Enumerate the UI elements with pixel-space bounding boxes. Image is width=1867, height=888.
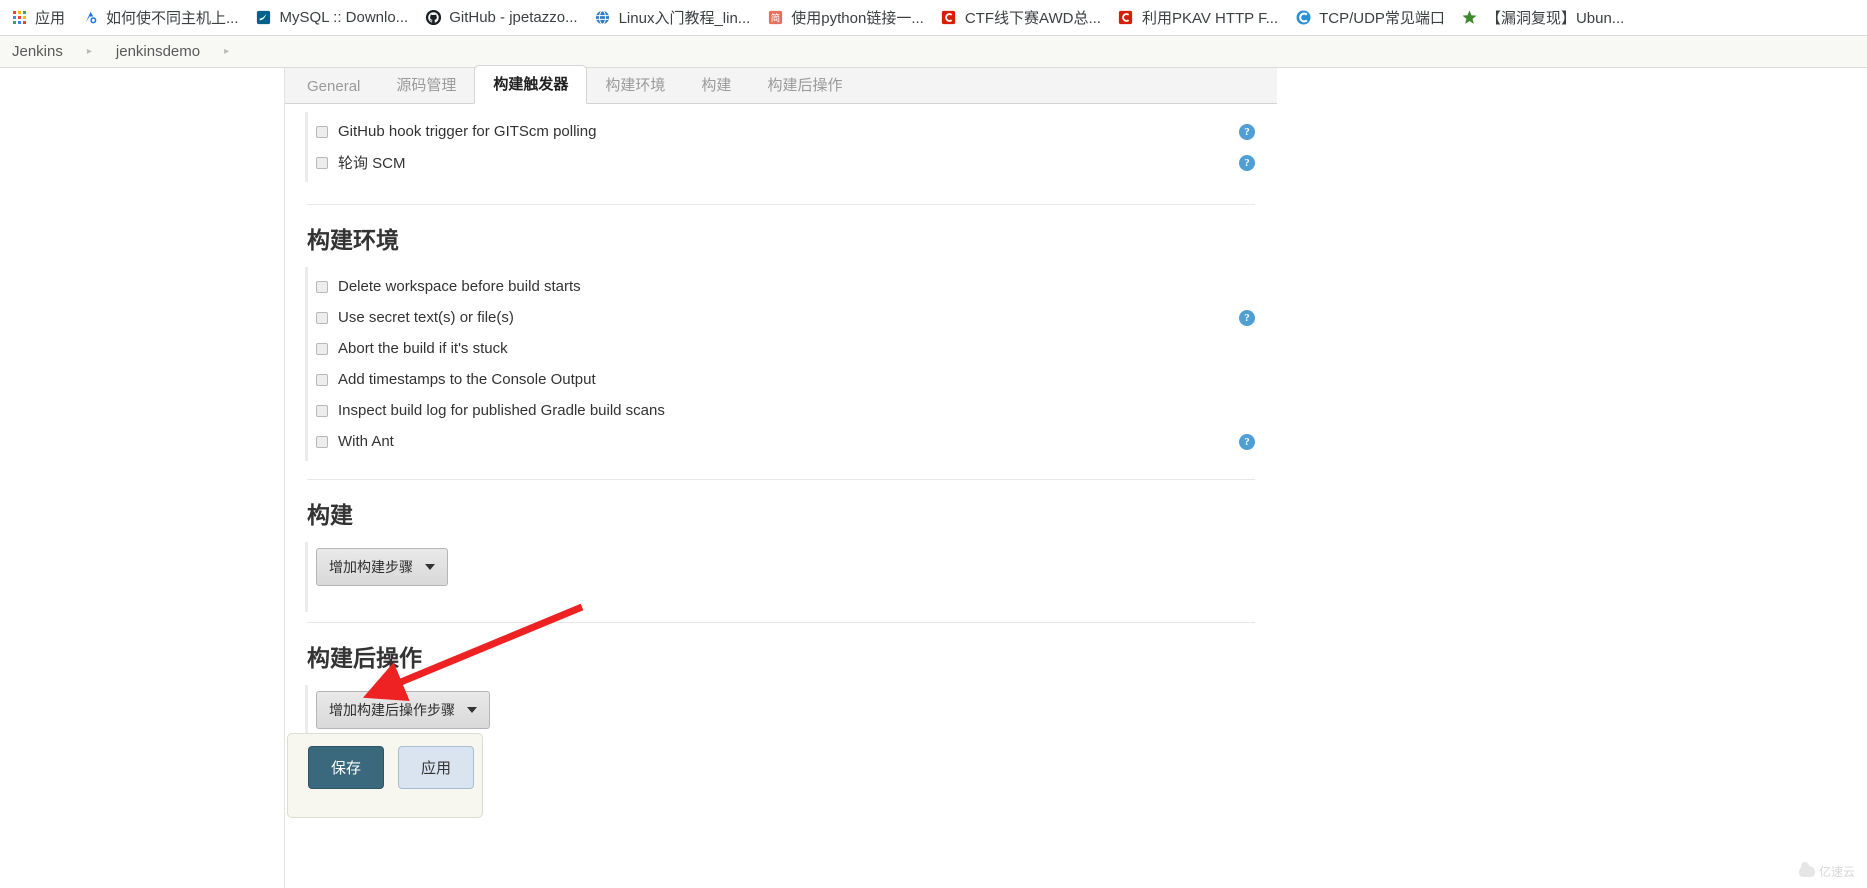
browser-bookmarks-bar: 应用 如何使不同主机上... MySQL :: Downlo... GitHub… <box>0 0 1867 36</box>
config-tab-bar: General 源码管理 构建触发器 构建环境 构建 构建后操作 <box>285 65 1277 104</box>
option-label: Inspect build log for published Gradle b… <box>338 402 665 419</box>
option-label: With Ant <box>338 433 394 450</box>
build-triggers-options: GitHub hook trigger for GITScm polling 轮… <box>305 112 1277 182</box>
csdn-icon <box>1117 9 1135 27</box>
form-action-bar: 保存 应用 <box>287 733 483 818</box>
checkbox-with-ant[interactable] <box>316 435 328 448</box>
jianshu-icon: 简 <box>766 9 784 27</box>
bookmark-label: 利用PKAV HTTP F... <box>1141 10 1279 27</box>
checkbox-delete-workspace[interactable] <box>316 280 328 293</box>
bookmark-site-icon <box>81 9 99 27</box>
config-form-body: GitHub hook trigger for GITScm polling 轮… <box>285 112 1277 755</box>
bookmark-label: Linux入门教程_lin... <box>618 10 751 27</box>
option-label: GitHub hook trigger for GITScm polling <box>338 123 597 140</box>
chevron-down-icon <box>425 564 435 570</box>
option-row-delete-workspace[interactable]: Delete workspace before build starts <box>308 271 1277 302</box>
bookmark-pkav-http[interactable]: 利用PKAV HTTP F... <box>1111 4 1286 32</box>
star-icon <box>1461 9 1479 27</box>
breadcrumb: Jenkins ▸ jenkinsdemo ▸ <box>0 36 1867 68</box>
breadcrumb-item-jenkins[interactable]: Jenkins <box>8 43 67 60</box>
bookmark-python-link[interactable]: 简 使用python链接一... <box>760 4 932 32</box>
breadcrumb-item-jenkinsdemo[interactable]: jenkinsdemo <box>112 43 204 60</box>
option-row-inspect-build-log[interactable]: Inspect build log for published Gradle b… <box>308 395 1277 426</box>
site-watermark: 亿速云 <box>1798 862 1855 880</box>
build-steps-block: 增加构建步骤 <box>305 542 1277 612</box>
chevron-right-icon: ▸ <box>86 46 92 57</box>
bookmark-label: 【漏洞复现】Ubun... <box>1485 10 1625 27</box>
tab-post-build-actions[interactable]: 构建后操作 <box>749 67 860 104</box>
svg-text:简: 简 <box>771 12 780 24</box>
help-icon[interactable] <box>1239 123 1255 140</box>
help-icon[interactable] <box>1239 309 1255 326</box>
tab-source-management[interactable]: 源码管理 <box>378 67 474 104</box>
add-post-build-step-button[interactable]: 增加构建后操作步骤 <box>316 691 490 729</box>
chevron-down-icon <box>467 707 477 713</box>
github-icon <box>424 9 442 27</box>
mysql-dolphin-icon <box>255 9 273 27</box>
csdn-icon <box>940 9 958 27</box>
option-label: 轮询 SCM <box>338 155 406 172</box>
build-environment-options: Delete workspace before build starts Use… <box>305 267 1277 461</box>
left-side-panel <box>0 68 285 888</box>
checkbox-abort-if-stuck[interactable] <box>316 342 328 355</box>
checkbox-github-hook-trigger[interactable] <box>316 125 328 138</box>
bookmark-label: TCP/UDP常见端口 <box>1319 10 1445 27</box>
bookmark-ubuntu-vuln[interactable]: 【漏洞复现】Ubun... <box>1455 4 1632 32</box>
tab-build-triggers[interactable]: 构建触发器 <box>474 65 588 104</box>
bookmark-linux-tutorial[interactable]: Linux入门教程_lin... <box>588 4 759 32</box>
bookmark-label: MySQL :: Downlo... <box>279 9 409 26</box>
cnblogs-icon <box>1294 9 1312 27</box>
bookmark-label: 使用python链接一... <box>791 10 924 27</box>
checkbox-poll-scm[interactable] <box>316 156 328 169</box>
save-button[interactable]: 保存 <box>308 746 385 789</box>
bookmark-label: CTF线下赛AWD总... <box>964 10 1101 27</box>
option-row-poll-scm[interactable]: 轮询 SCM <box>308 147 1277 178</box>
help-icon[interactable] <box>1239 154 1255 171</box>
chevron-right-icon: ▸ <box>224 46 230 57</box>
option-row-use-secret-text[interactable]: Use secret text(s) or file(s) <box>308 302 1277 333</box>
tab-build-environment[interactable]: 构建环境 <box>587 67 683 104</box>
help-icon[interactable] <box>1239 433 1255 450</box>
bookmark-mysql[interactable]: MySQL :: Downlo... <box>249 4 417 32</box>
watermark-text: 亿速云 <box>1818 865 1855 879</box>
option-row-add-timestamps[interactable]: Add timestamps to the Console Output <box>308 364 1277 395</box>
option-row-with-ant[interactable]: With Ant <box>308 426 1277 457</box>
section-title-build: 构建 <box>307 502 353 528</box>
page-body: General 源码管理 构建触发器 构建环境 构建 构建后操作 GitHub … <box>0 65 1867 888</box>
apply-button[interactable]: 应用 <box>398 746 475 789</box>
apps-grid-icon <box>10 9 28 27</box>
option-row-github-hook-trigger[interactable]: GitHub hook trigger for GITScm polling <box>308 116 1277 147</box>
option-label: Use secret text(s) or file(s) <box>338 309 514 326</box>
section-title-build-environment: 构建环境 <box>307 227 399 253</box>
add-build-step-button[interactable]: 增加构建步骤 <box>316 548 448 586</box>
bookmark-ctf-awd[interactable]: CTF线下赛AWD总... <box>934 4 1109 32</box>
tab-build[interactable]: 构建 <box>683 67 749 104</box>
bookmark-github[interactable]: GitHub - jpetazzo... <box>418 4 585 32</box>
cloud-icon <box>1798 862 1815 877</box>
option-label: Abort the build if it's stuck <box>338 340 508 357</box>
section-title-post-build: 构建后操作 <box>307 645 422 671</box>
bookmark-label: 如何使不同主机上... <box>106 10 239 27</box>
job-config-form: General 源码管理 构建触发器 构建环境 构建 构建后操作 GitHub … <box>285 65 1277 755</box>
bookmark-label: GitHub - jpetazzo... <box>449 9 578 26</box>
checkbox-add-timestamps[interactable] <box>316 373 328 386</box>
globe-icon <box>594 9 612 27</box>
option-row-abort-if-stuck[interactable]: Abort the build if it's stuck <box>308 333 1277 364</box>
add-post-build-step-label: 增加构建后操作步骤 <box>329 702 455 718</box>
checkbox-use-secret-text[interactable] <box>316 311 328 324</box>
add-build-step-label: 增加构建步骤 <box>329 559 413 575</box>
checkbox-inspect-build-log[interactable] <box>316 404 328 417</box>
bookmark-label: 应用 <box>35 10 66 27</box>
option-label: Delete workspace before build starts <box>338 278 581 295</box>
bookmark-site-1[interactable]: 如何使不同主机上... <box>75 4 247 32</box>
bookmark-apps[interactable]: 应用 <box>4 4 73 32</box>
bookmark-tcp-udp-ports[interactable]: TCP/UDP常见端口 <box>1288 4 1453 32</box>
option-label: Add timestamps to the Console Output <box>338 371 596 388</box>
tab-general[interactable]: General <box>289 71 378 104</box>
